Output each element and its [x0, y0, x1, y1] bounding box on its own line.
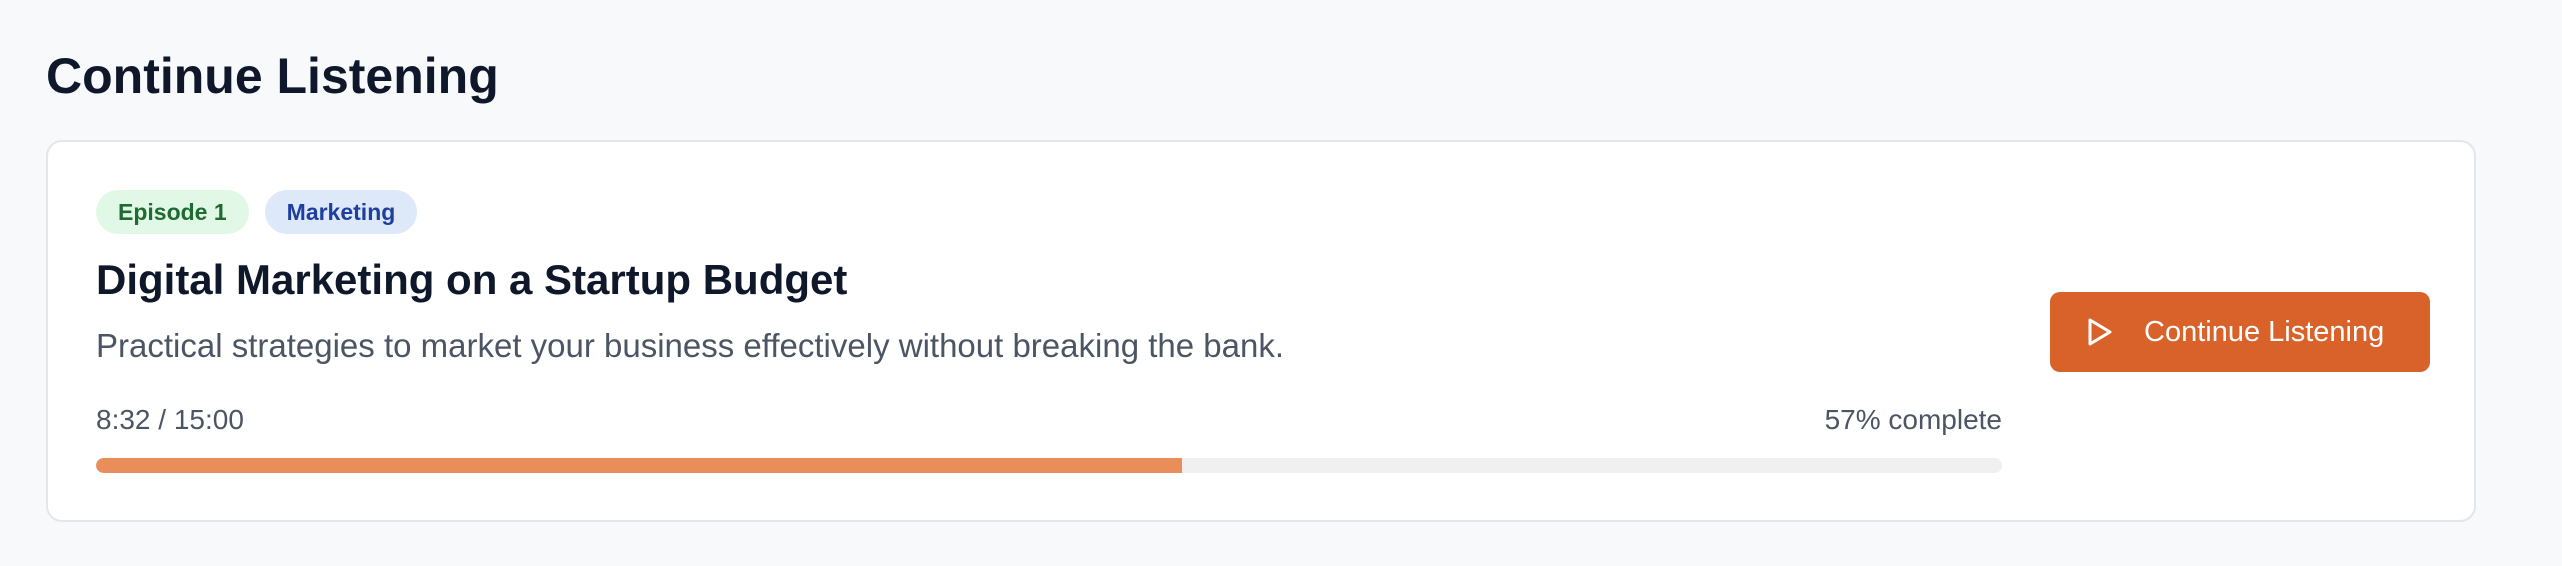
episode-number-badge: Episode 1 — [96, 190, 249, 234]
category-badge: Marketing — [264, 190, 418, 234]
episode-title: Digital Marketing on a Startup Budget — [96, 256, 848, 303]
episode-card: Episode 1 Marketing Digital Marketing on… — [46, 140, 2476, 522]
progress-bar — [96, 458, 2002, 473]
episode-tags: Episode 1 Marketing — [96, 190, 418, 234]
section-title: Continue Listening — [46, 48, 499, 104]
progress-percent: 57% complete — [1824, 404, 2002, 435]
play-icon — [2086, 317, 2114, 347]
progress-bar-fill — [96, 458, 1183, 473]
playback-time: 8:32 / 15:00 — [96, 404, 244, 435]
episode-description: Practical strategies to market your busi… — [96, 327, 1284, 364]
continue-listening-button[interactable]: Continue Listening — [2050, 292, 2430, 372]
continue-listening-label: Continue Listening — [2144, 315, 2385, 348]
